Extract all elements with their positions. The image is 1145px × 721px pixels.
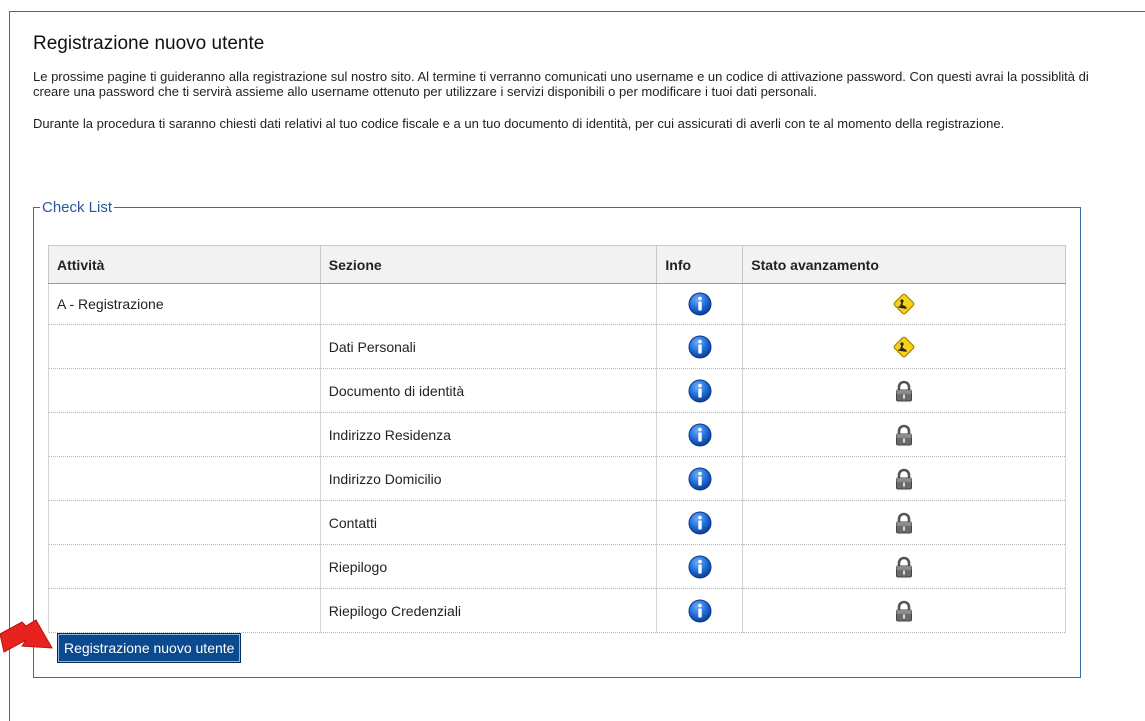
cell-attivita [48, 412, 321, 457]
checklist-panel: Check List Attività Sezione Info Stato a… [33, 199, 1081, 678]
table-row: Riepilogo [48, 544, 1066, 589]
lock-icon [892, 511, 916, 535]
in-progress-icon [892, 292, 916, 316]
cell-info [656, 412, 744, 457]
cell-sezione: Dati Personali [319, 324, 658, 369]
cell-stato [742, 588, 1066, 633]
cell-attivita [48, 456, 321, 501]
table-header-row: Attività Sezione Info Stato avanzamento [48, 245, 1066, 284]
info-icon[interactable] [688, 467, 712, 491]
cell-stato [742, 456, 1066, 501]
info-icon[interactable] [688, 335, 712, 359]
cell-info [656, 324, 744, 369]
cell-attivita: A - Registrazione [48, 283, 321, 325]
cell-stato [742, 324, 1066, 369]
register-new-user-button[interactable]: Registrazione nuovo utente [57, 633, 242, 663]
cell-stato [742, 500, 1066, 545]
cell-attivita [48, 588, 321, 633]
info-icon[interactable] [688, 379, 712, 403]
table-row: Indirizzo Domicilio [48, 456, 1066, 501]
intro-text: Le prossime pagine ti guideranno alla re… [33, 69, 1093, 148]
header-sezione: Sezione [319, 245, 658, 284]
cell-sezione [319, 283, 658, 325]
table-row: Riepilogo Credenziali [48, 588, 1066, 633]
cell-info [656, 456, 744, 501]
checklist-legend: Check List [42, 199, 113, 216]
info-icon[interactable] [688, 555, 712, 579]
lock-icon [892, 599, 916, 623]
header-info: Info [656, 245, 744, 284]
cell-info [656, 283, 744, 325]
table-row: Dati Personali [48, 324, 1066, 369]
cell-info [656, 588, 744, 633]
cell-sezione: Indirizzo Domicilio [319, 456, 658, 501]
cell-attivita [48, 544, 321, 589]
checklist-table: Attività Sezione Info Stato avanzamento … [48, 245, 1066, 633]
table-row: Documento di identità [48, 368, 1066, 413]
cell-sezione: Indirizzo Residenza [319, 412, 658, 457]
lock-icon [892, 423, 916, 447]
cell-sezione: Riepilogo Credenziali [319, 588, 658, 633]
table-row: Contatti [48, 500, 1066, 545]
info-icon[interactable] [688, 292, 712, 316]
intro-paragraph-2: Durante la procedura ti saranno chiesti … [33, 116, 1005, 131]
info-icon[interactable] [688, 423, 712, 447]
intro-paragraph-1: Le prossime pagine ti guideranno alla re… [33, 69, 1089, 99]
cell-info [656, 544, 744, 589]
table-row: A - Registrazione [48, 283, 1066, 325]
lock-icon [892, 467, 916, 491]
cell-sezione: Riepilogo [319, 544, 658, 589]
cell-stato [742, 368, 1066, 413]
cell-info [656, 368, 744, 413]
arrow-pointer-icon [0, 619, 53, 653]
cell-attivita [48, 500, 321, 545]
cell-attivita [48, 324, 321, 369]
cell-stato [742, 412, 1066, 457]
page-title: Registrazione nuovo utente [33, 33, 265, 54]
info-icon[interactable] [688, 511, 712, 535]
cell-sezione: Contatti [319, 500, 658, 545]
table-row: Indirizzo Residenza [48, 412, 1066, 457]
cell-stato [742, 283, 1066, 325]
header-stato: Stato avanzamento [742, 245, 1066, 284]
cell-stato [742, 544, 1066, 589]
lock-icon [892, 555, 916, 579]
cell-attivita [48, 368, 321, 413]
info-icon[interactable] [688, 599, 712, 623]
lock-icon [892, 379, 916, 403]
cell-sezione: Documento di identità [319, 368, 658, 413]
in-progress-icon [892, 335, 916, 359]
header-attivita: Attività [48, 245, 321, 284]
cell-info [656, 500, 744, 545]
